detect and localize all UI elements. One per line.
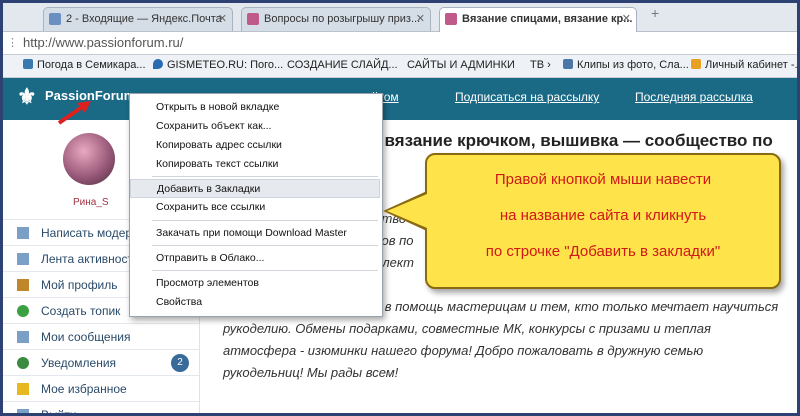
tab-strip: 2 - Входящие — Яндекс.Почта ✕ Вопросы по… (3, 3, 797, 32)
bookmark-cabinet[interactable]: Личный кабинет -... (691, 59, 800, 71)
bookmark-label: СОЗДАНИЕ СЛАЙД... (287, 59, 398, 71)
bookmark-label: Погода в Семикара... (37, 59, 146, 71)
menu-item-copy-link-text[interactable]: Копировать текст ссылки (130, 155, 380, 174)
tab-title: Вязание спицами, вязание кр... (462, 13, 633, 25)
menu-divider (152, 270, 378, 271)
close-icon[interactable]: ✕ (218, 8, 227, 30)
new-tab-icon[interactable]: + (651, 5, 659, 21)
bookmark-label: ТВ (530, 59, 545, 71)
site-header: ⚜PassionForum айтом Подписаться на рассы… (3, 78, 797, 120)
sidebar-item-logout[interactable]: Выйти (3, 401, 199, 416)
menu-item-save-all-links[interactable]: Сохранить все ссылки (130, 198, 380, 217)
messages-icon (17, 331, 29, 343)
callout-line: Правой кнопкой мыши навести (494, 171, 712, 188)
address-bar[interactable]: ⋮ http://www.passionforum.ru/ (3, 32, 797, 55)
bookmark-gismeteo[interactable]: GISMETEO.RU: Пого... (153, 59, 283, 71)
tab-title: 2 - Входящие — Яндекс.Почта (66, 13, 222, 25)
sidebar-item-label: Создать топик (41, 304, 121, 318)
feed-icon (17, 253, 29, 265)
mail-icon (17, 227, 29, 239)
menu-item-download-master[interactable]: Закачать при помощи Download Master (130, 224, 380, 243)
sidebar-item-label: Уведомления (41, 356, 117, 370)
tab-yandex-mail[interactable]: 2 - Входящие — Яндекс.Почта ✕ (43, 7, 233, 31)
page-info-icon[interactable]: ⋮ (7, 36, 18, 49)
instruction-callout: Правой кнопкой мыши навести на название … (425, 153, 781, 289)
menu-item-properties[interactable]: Свойства (130, 293, 380, 312)
red-arrow-annotation (57, 101, 91, 125)
chevron-right-icon: › (547, 59, 551, 71)
context-menu: Открыть в новой вкладке Сохранить объект… (129, 93, 383, 317)
bookmark-label: Клипы из фото, Сла... (577, 59, 689, 71)
mail-icon (49, 13, 61, 25)
bookmark-slides[interactable]: СОЗДАНИЕ СЛАЙД... (287, 59, 398, 71)
fleur-logo-icon: ⚜ (17, 84, 37, 109)
sidebar-item-favorites[interactable]: Мое избранное (3, 375, 199, 402)
url-text[interactable]: http://www.passionforum.ru/ (23, 35, 183, 50)
nav-subscribe[interactable]: Подписаться на рассылку (455, 90, 599, 104)
forum-icon (445, 13, 457, 25)
content-line: рукодельниц! Мы рады всем! (223, 365, 399, 380)
menu-item-open-new-tab[interactable]: Открыть в новой вкладке (130, 98, 380, 117)
menu-item-save-object[interactable]: Сохранить объект как... (130, 117, 380, 136)
sidebar-item-label: Мой профиль (41, 278, 118, 292)
menu-item-copy-link-address[interactable]: Копировать адрес ссылки (130, 136, 380, 155)
callout-pointer-fill (387, 194, 427, 228)
vk-icon (563, 59, 573, 69)
close-icon[interactable]: ✕ (416, 8, 425, 30)
username[interactable]: Рина_S (73, 197, 109, 208)
content-line: рукоделию. Обмены подарками, совместные … (223, 321, 711, 336)
bookmark-clips[interactable]: Клипы из фото, Сла... (563, 59, 689, 71)
callout-line: по строчке "Добавить в закладки" (485, 243, 721, 260)
menu-divider (152, 176, 378, 177)
tab-knitting-active[interactable]: Вязание спицами, вязание кр... ✕ (439, 7, 637, 32)
sidebar-item-messages[interactable]: Мои сообщения (3, 323, 199, 350)
plus-icon (17, 305, 29, 317)
menu-divider (152, 245, 378, 246)
bookmark-tv[interactable]: ТВ › (530, 59, 551, 71)
sidebar-item-label: Лента активност (41, 252, 133, 266)
sidebar-item-label: Выйти (41, 408, 77, 416)
notification-count-badge: 2 (171, 354, 189, 372)
bookmark-label: GISMETEO.RU: Пого... (167, 59, 284, 71)
tab-prize-questions[interactable]: Вопросы по розыгрышу приз... ✕ (241, 7, 431, 31)
sidebar-item-notifications[interactable]: Уведомления 2 (3, 349, 199, 376)
bookmark-label: Личный кабинет -... (705, 59, 800, 71)
bookmark-weather[interactable]: Погода в Семикара... (23, 59, 146, 71)
bookmark-sites[interactable]: САЙТЫ И АДМИНКИ (407, 59, 515, 71)
page-title: , вязание крючком, вышивка — сообщество … (375, 131, 773, 150)
notification-icon (17, 357, 29, 369)
star-icon (17, 383, 29, 395)
menu-item-send-to-cloud[interactable]: Отправить в Облако... (130, 249, 380, 268)
sidebar-item-label: Написать модер (41, 226, 133, 240)
close-icon[interactable]: ✕ (622, 8, 631, 30)
menu-item-add-bookmark[interactable]: Добавить в Закладки (130, 179, 380, 198)
tab-title: Вопросы по розыгрышу приз... (264, 13, 421, 25)
logout-icon (17, 409, 29, 413)
bookmarks-bar: Погода в Семикара... GISMETEO.RU: Пого..… (3, 55, 797, 78)
bookmark-label: САЙТЫ И АДМИНКИ (407, 59, 515, 71)
weather-icon (23, 59, 33, 69)
menu-divider (152, 220, 378, 221)
content-line: к в помощь мастерицам и тем, кто только … (375, 299, 779, 314)
sidebar-item-label: Мое избранное (41, 382, 127, 396)
menu-item-inspect-element[interactable]: Просмотр элементов (130, 274, 380, 293)
droplet-icon (153, 59, 163, 69)
nav-last-newsletter[interactable]: Последняя рассылка (635, 90, 753, 104)
avatar[interactable] (63, 133, 115, 185)
sidebar-item-label: Мои сообщения (41, 330, 131, 344)
content-line: атмосфера - изюминки нашего форума! Добр… (223, 343, 704, 358)
home-icon (17, 279, 29, 291)
forum-icon (247, 13, 259, 25)
cabinet-icon (691, 59, 701, 69)
screenshot-frame: 2 - Входящие — Яндекс.Почта ✕ Вопросы по… (0, 0, 800, 416)
callout-line: на название сайта и кликнуть (499, 207, 707, 224)
